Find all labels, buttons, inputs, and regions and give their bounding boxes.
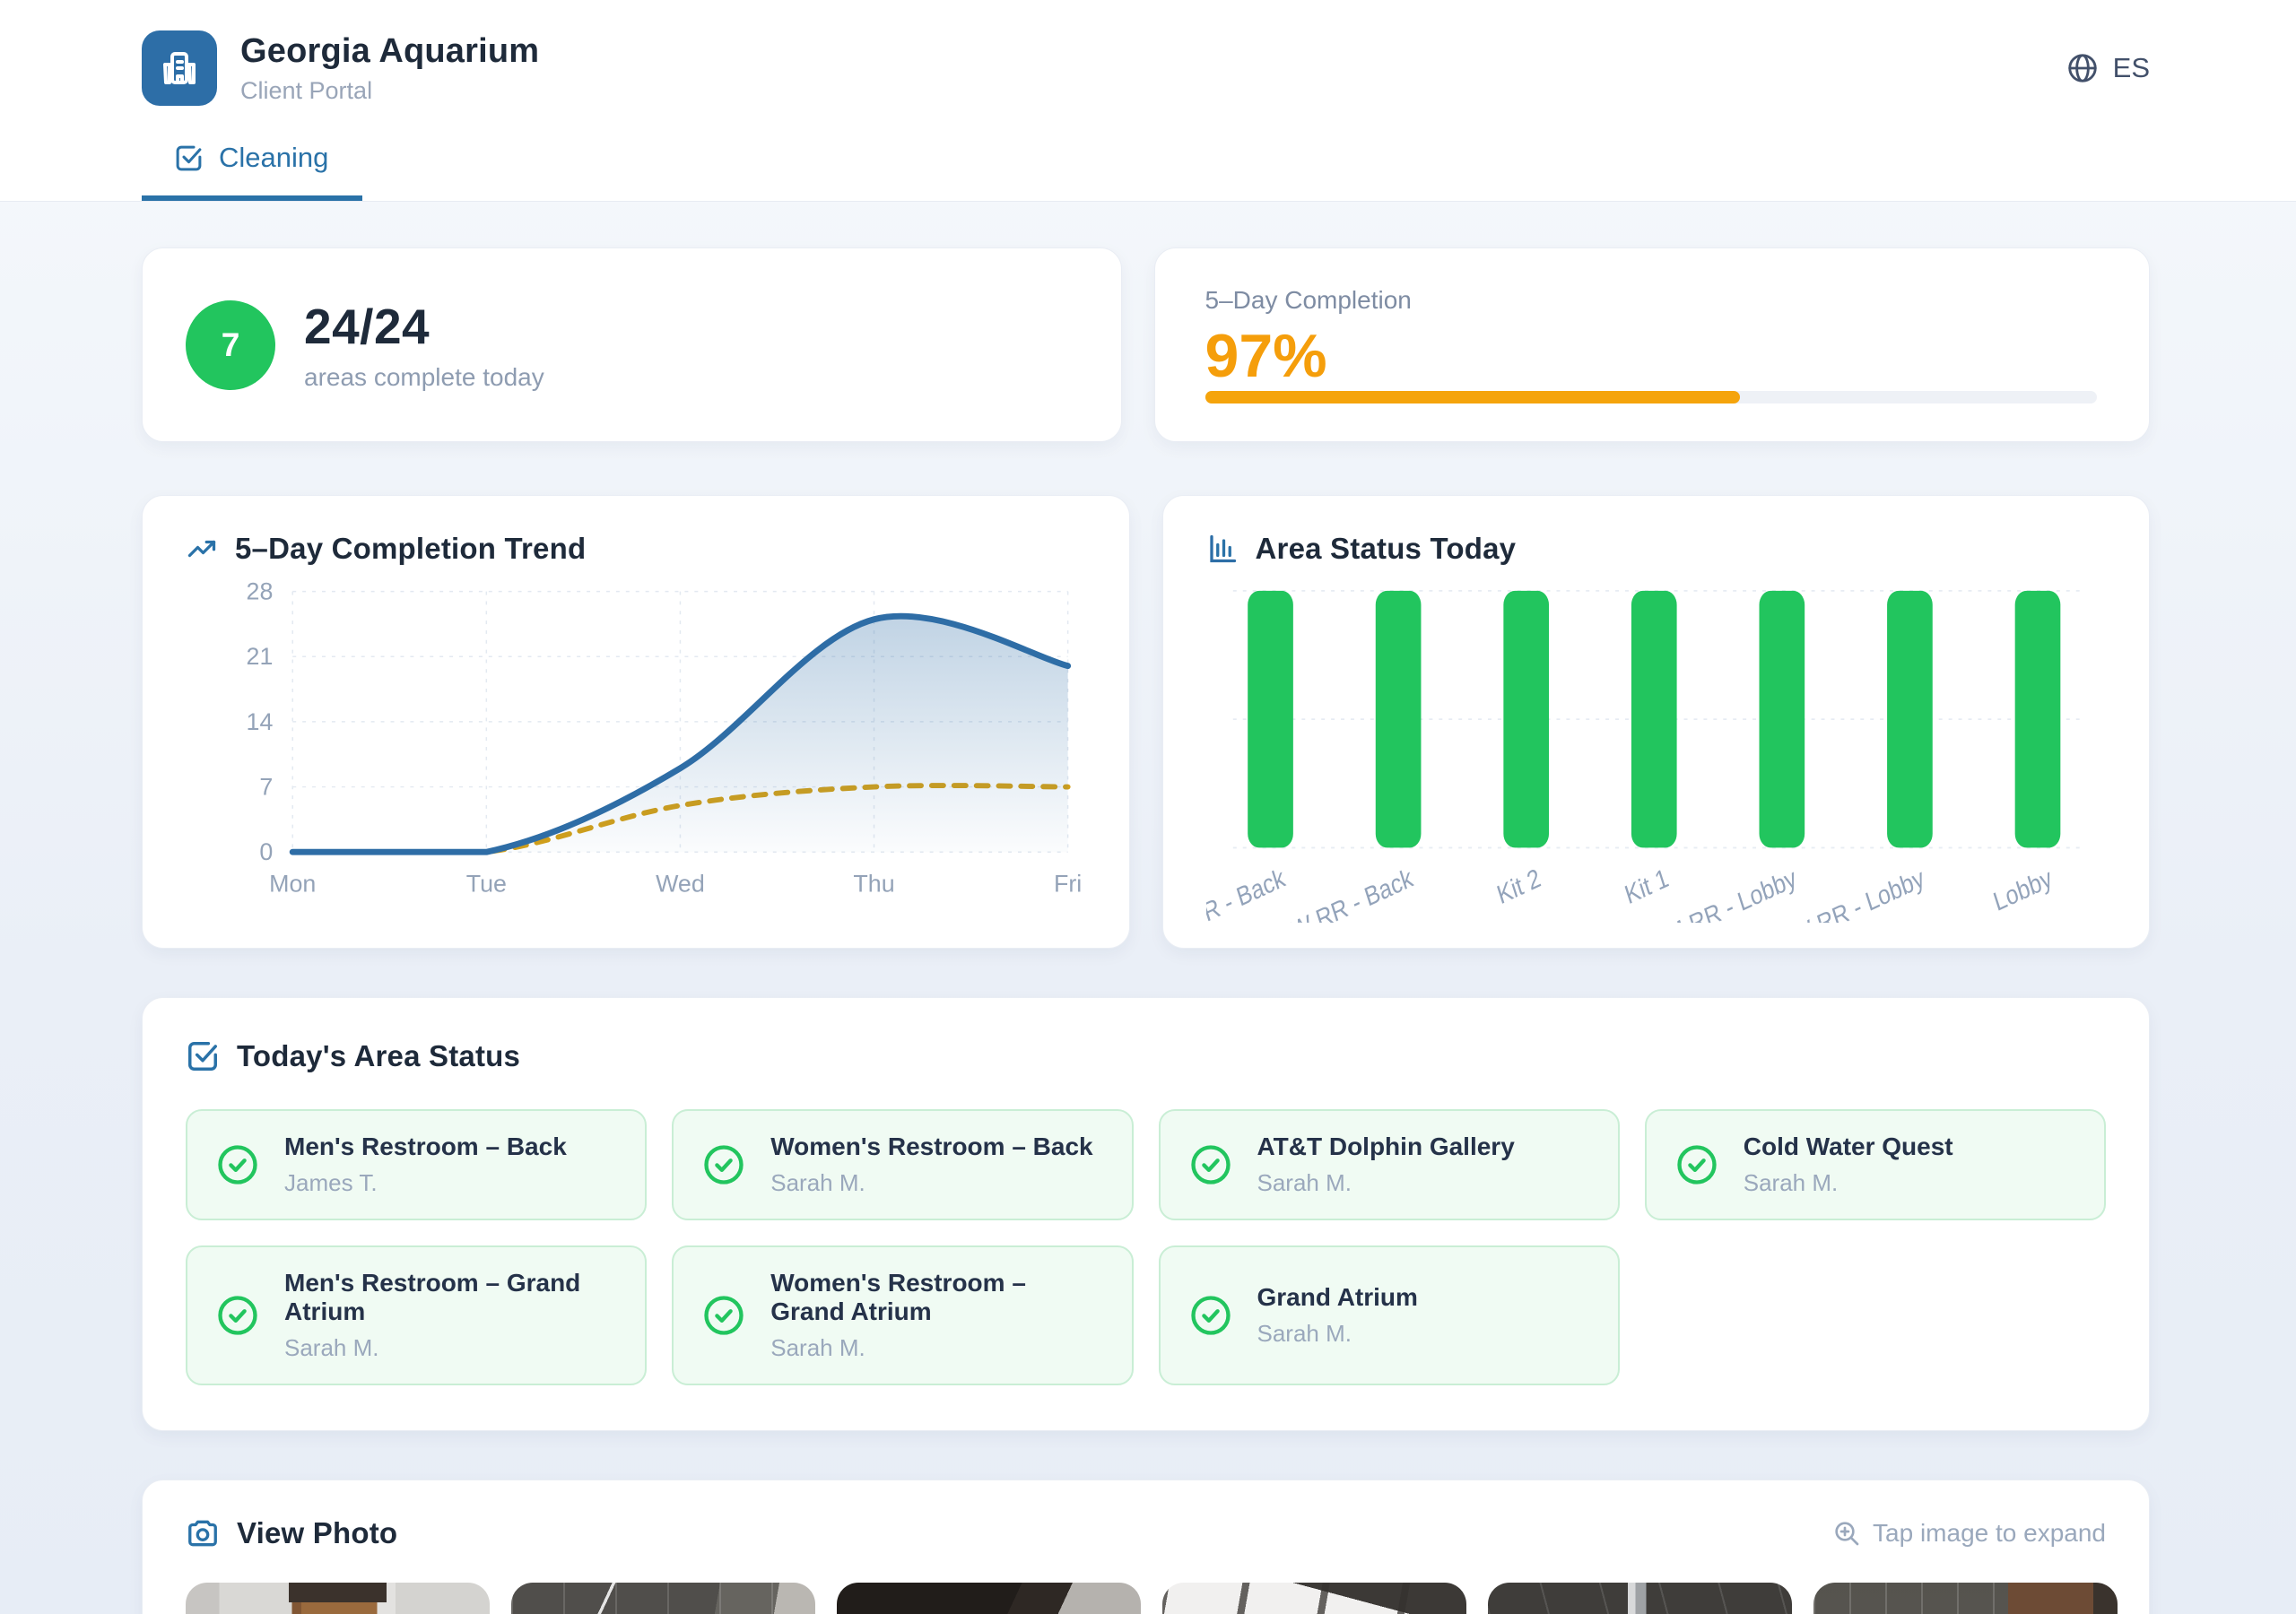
photo-strip bbox=[186, 1583, 2106, 1614]
photo-expand-hint: Tap image to expand bbox=[1832, 1519, 2106, 1548]
status-assignee: Sarah M. bbox=[1257, 1320, 1418, 1348]
app-logo bbox=[142, 30, 217, 106]
client-portal-page: Georgia Aquarium Client Portal ES bbox=[0, 0, 2296, 1614]
photo-thumbnail[interactable] bbox=[1813, 1583, 2118, 1614]
status-area-name: Women's Restroom – Back bbox=[770, 1132, 1092, 1161]
area-status-chart-title: Area Status Today bbox=[1256, 532, 1517, 566]
completion-percent: 97% bbox=[1205, 325, 2098, 386]
status-item: Men's Restroom – Grand Atrium Sarah M. bbox=[186, 1245, 647, 1385]
view-photo-card: View Photo Tap image to expand bbox=[142, 1480, 2150, 1614]
svg-text:W RR - Lobby: W RR - Lobby bbox=[1787, 863, 1927, 923]
check-square-icon bbox=[174, 143, 204, 173]
five-day-completion-card: 5–Day Completion 97% bbox=[1154, 247, 2151, 442]
camera-icon bbox=[186, 1516, 220, 1550]
building-icon bbox=[158, 47, 201, 90]
svg-text:M RR - Back: M RR - Back bbox=[1206, 863, 1289, 923]
completion-ratio: 24/24 bbox=[304, 298, 544, 355]
today-area-status-title: Today's Area Status bbox=[237, 1039, 520, 1073]
page-title: Georgia Aquarium bbox=[240, 32, 539, 71]
status-area-name: Men's Restroom – Back bbox=[284, 1132, 567, 1161]
today-area-status-card: Today's Area Status Men's Restroom – Bac… bbox=[142, 997, 2150, 1431]
status-item: Cold Water Quest Sarah M. bbox=[1645, 1109, 2106, 1220]
svg-text:Tue: Tue bbox=[466, 871, 507, 898]
check-circle-icon bbox=[214, 1292, 261, 1339]
status-assignee: Sarah M. bbox=[770, 1169, 1092, 1197]
svg-text:Mon: Mon bbox=[269, 871, 316, 898]
svg-text:W RR - Back: W RR - Back bbox=[1287, 863, 1416, 923]
status-item: Grand Atrium Sarah M. bbox=[1159, 1245, 1620, 1385]
completion-progress-fill bbox=[1205, 391, 1741, 404]
status-assignee: Sarah M. bbox=[1257, 1169, 1515, 1197]
svg-text:Kit 1: Kit 1 bbox=[1621, 863, 1671, 910]
completion-caption: areas complete today bbox=[304, 363, 544, 392]
areas-complete-card: 7 24/24 areas complete today bbox=[142, 247, 1122, 442]
status-grid: Men's Restroom – Back James T. Women's R… bbox=[186, 1109, 2106, 1385]
zoom-in-icon bbox=[1832, 1519, 1861, 1548]
header: Georgia Aquarium Client Portal ES bbox=[0, 0, 2296, 202]
photo-thumbnail[interactable] bbox=[837, 1583, 1141, 1614]
globe-icon bbox=[2066, 51, 2100, 85]
status-assignee: Sarah M. bbox=[284, 1334, 618, 1362]
check-circle-icon bbox=[700, 1292, 747, 1339]
photo-thumbnail[interactable] bbox=[1488, 1583, 1792, 1614]
status-area-name: Grand Atrium bbox=[1257, 1283, 1418, 1312]
trend-chart-title: 5–Day Completion Trend bbox=[235, 532, 586, 566]
svg-text:0: 0 bbox=[259, 838, 273, 865]
five-day-completion-label: 5–Day Completion bbox=[1205, 286, 2098, 315]
check-square-icon bbox=[186, 1039, 220, 1073]
svg-text:Fri: Fri bbox=[1054, 871, 1082, 898]
status-item: Women's Restroom – Back Sarah M. bbox=[672, 1109, 1133, 1220]
trend-chart: Mon Tue Wed Thu Fri 0 7 14 21 28 bbox=[186, 569, 1086, 923]
svg-text:Wed: Wed bbox=[656, 871, 705, 898]
svg-text:Kit 2: Kit 2 bbox=[1493, 863, 1544, 910]
status-item: Men's Restroom – Back James T. bbox=[186, 1109, 647, 1220]
page-subtitle: Client Portal bbox=[240, 77, 539, 105]
check-circle-icon bbox=[1674, 1141, 1720, 1188]
status-item: AT&T Dolphin Gallery Sarah M. bbox=[1159, 1109, 1620, 1220]
svg-text:Thu: Thu bbox=[853, 871, 894, 898]
photo-hint-label: Tap image to expand bbox=[1873, 1519, 2106, 1548]
photo-thumbnail[interactable] bbox=[511, 1583, 815, 1614]
photo-thumbnail[interactable] bbox=[1162, 1583, 1466, 1614]
status-assignee: James T. bbox=[284, 1169, 567, 1197]
view-photo-title: View Photo bbox=[237, 1516, 397, 1550]
svg-text:14: 14 bbox=[247, 708, 274, 735]
svg-text:21: 21 bbox=[247, 643, 274, 670]
status-area-name: Men's Restroom – Grand Atrium bbox=[284, 1269, 618, 1326]
language-code: ES bbox=[2113, 52, 2150, 84]
count-badge: 7 bbox=[186, 300, 275, 390]
main-content: 7 24/24 areas complete today 5–Day Compl… bbox=[0, 202, 2296, 1614]
status-area-name: Cold Water Quest bbox=[1744, 1132, 1953, 1161]
svg-text:Lobby: Lobby bbox=[1989, 863, 2055, 917]
status-area-name: Women's Restroom – Grand Atrium bbox=[770, 1269, 1104, 1326]
svg-text:28: 28 bbox=[247, 578, 274, 605]
status-assignee: Sarah M. bbox=[1744, 1169, 1953, 1197]
check-circle-icon bbox=[214, 1141, 261, 1188]
status-area-name: AT&T Dolphin Gallery bbox=[1257, 1132, 1515, 1161]
tab-label: Cleaning bbox=[219, 142, 328, 174]
language-switcher[interactable]: ES bbox=[2066, 51, 2150, 85]
completion-progress-track bbox=[1205, 391, 2098, 404]
svg-text:M RR - Lobby: M RR - Lobby bbox=[1662, 863, 1799, 923]
photo-thumbnail[interactable] bbox=[186, 1583, 490, 1614]
area-status-chart-card: Area Status Today M RR - BackW RR - Back… bbox=[1162, 495, 2151, 949]
check-circle-icon bbox=[1187, 1141, 1234, 1188]
svg-text:7: 7 bbox=[259, 774, 273, 801]
check-circle-icon bbox=[1187, 1292, 1234, 1339]
check-circle-icon bbox=[700, 1141, 747, 1188]
trending-up-icon bbox=[186, 533, 218, 565]
bar-chart-icon bbox=[1206, 533, 1239, 565]
area-status-chart: M RR - BackW RR - Back Kit 2 Kit 1M RR - L… bbox=[1206, 569, 2107, 923]
tab-cleaning[interactable]: Cleaning bbox=[142, 142, 362, 201]
status-item: Women's Restroom – Grand Atrium Sarah M. bbox=[672, 1245, 1133, 1385]
tab-bar: Cleaning bbox=[142, 142, 2150, 201]
trend-chart-card: 5–Day Completion Trend Mon Tue Wed Thu Fri 0 7… bbox=[142, 495, 1130, 949]
status-assignee: Sarah M. bbox=[770, 1334, 1104, 1362]
